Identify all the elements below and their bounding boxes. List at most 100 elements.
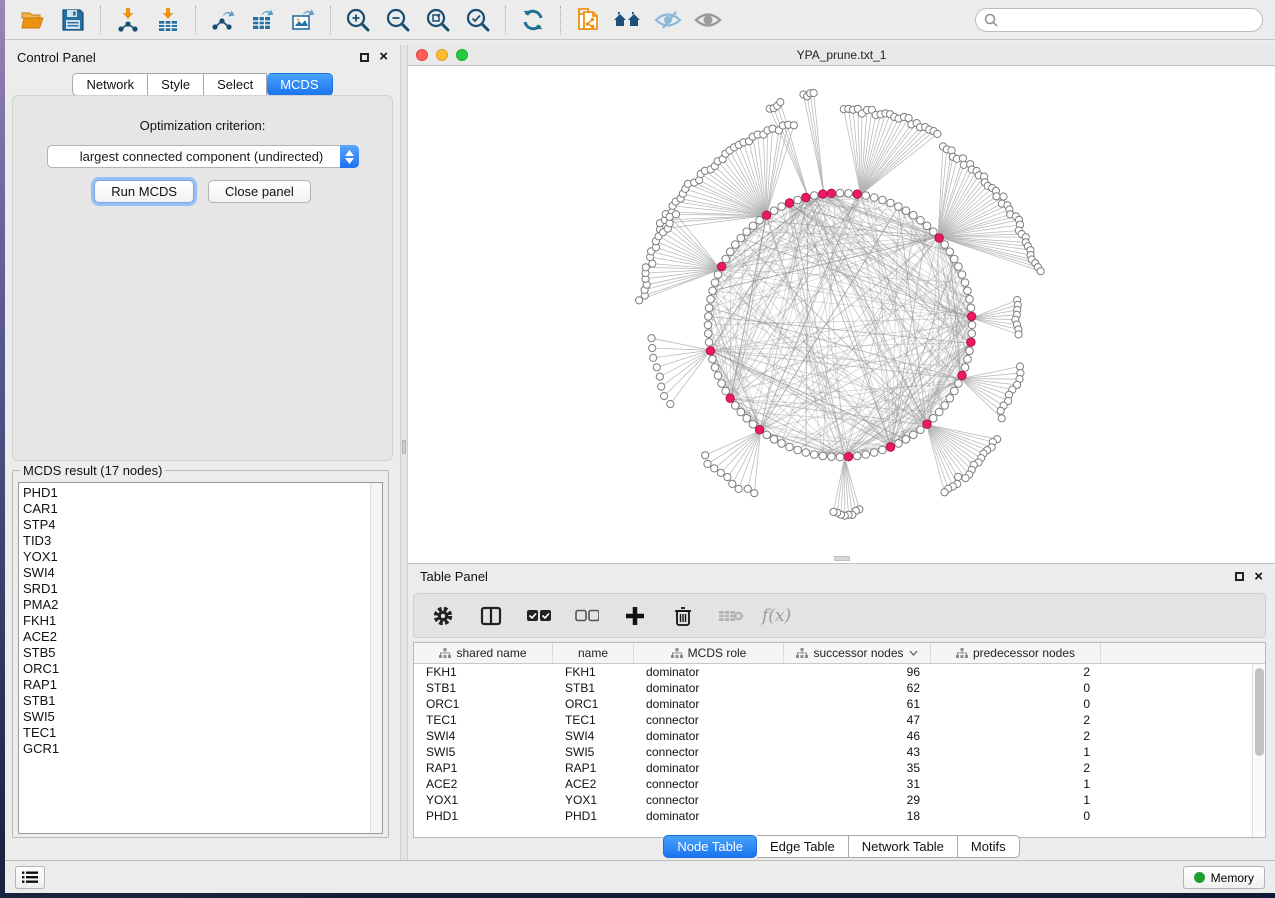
zoom-out-button[interactable] <box>378 3 418 37</box>
network-node[interactable] <box>961 279 969 287</box>
close-panel-button[interactable]: Close panel <box>208 180 311 203</box>
network-node[interactable] <box>743 415 751 423</box>
network-node[interactable] <box>778 440 786 448</box>
network-node[interactable] <box>870 194 878 202</box>
network-node[interactable] <box>705 330 713 338</box>
save-session-button[interactable] <box>53 3 93 37</box>
leaf-node[interactable] <box>790 122 797 129</box>
tab-mcds[interactable]: MCDS <box>267 73 332 96</box>
column-header-shared-name[interactable]: shared name <box>414 643 553 663</box>
network-node[interactable] <box>951 255 959 263</box>
leaf-node[interactable] <box>777 99 784 106</box>
network-node[interactable] <box>910 431 918 439</box>
leaf-node[interactable] <box>1015 331 1022 338</box>
table-row[interactable]: TEC1TEC1connector472 <box>414 712 1252 728</box>
network-node[interactable] <box>770 207 778 215</box>
network-node[interactable] <box>732 241 740 249</box>
search-box[interactable] <box>975 8 1263 32</box>
network-node[interactable] <box>778 203 786 211</box>
mcds-node[interactable] <box>923 420 931 428</box>
network-node[interactable] <box>862 451 870 459</box>
network-node[interactable] <box>902 207 910 215</box>
network-node[interactable] <box>709 287 717 295</box>
network-node[interactable] <box>794 446 802 454</box>
network-node[interactable] <box>895 203 903 211</box>
network-node[interactable] <box>964 287 972 295</box>
leaf-node[interactable] <box>934 130 941 137</box>
window-zoom-icon[interactable] <box>456 49 468 61</box>
tab-select[interactable]: Select <box>204 73 267 96</box>
network-node[interactable] <box>756 217 764 225</box>
network-node[interactable] <box>961 364 969 372</box>
horizontal-splitter-grip[interactable] <box>834 556 850 561</box>
leaf-node[interactable] <box>642 264 649 271</box>
network-node[interactable] <box>714 271 722 279</box>
float-table-panel-icon[interactable] <box>1235 572 1244 581</box>
leaf-node[interactable] <box>724 474 731 481</box>
mcds-node[interactable] <box>763 211 771 219</box>
network-node[interactable] <box>722 255 730 263</box>
mcds-node[interactable] <box>819 190 827 198</box>
table-scrollbar-thumb[interactable] <box>1255 668 1264 756</box>
network-node[interactable] <box>709 355 717 363</box>
network-node[interactable] <box>845 190 853 198</box>
network-node[interactable] <box>923 222 931 230</box>
table-row[interactable]: ACE2ACE2connector311 <box>414 776 1252 792</box>
mcds-node[interactable] <box>755 426 763 434</box>
mcds-node[interactable] <box>827 189 835 197</box>
mcds-result-item[interactable]: YOX1 <box>23 549 368 565</box>
mcds-result-item[interactable]: FKH1 <box>23 613 368 629</box>
network-node[interactable] <box>828 453 836 461</box>
network-node[interactable] <box>967 304 975 312</box>
network-node[interactable] <box>711 364 719 372</box>
network-node[interactable] <box>955 380 963 388</box>
show-all-button[interactable] <box>688 3 728 37</box>
network-node[interactable] <box>930 228 938 236</box>
network-canvas[interactable] <box>408 66 1275 563</box>
search-input[interactable] <box>1003 13 1243 27</box>
tab-network-table[interactable]: Network Table <box>849 835 958 858</box>
tab-edge-table[interactable]: Edge Table <box>757 835 849 858</box>
network-node[interactable] <box>737 234 745 242</box>
network-node[interactable] <box>810 192 818 200</box>
leaf-node[interactable] <box>704 460 711 467</box>
float-panel-icon[interactable] <box>360 53 369 62</box>
network-node[interactable] <box>930 415 938 423</box>
mcds-result-item[interactable]: STB5 <box>23 645 368 661</box>
zoom-fit-button[interactable] <box>418 3 458 37</box>
leaf-node[interactable] <box>711 465 718 472</box>
window-close-icon[interactable] <box>416 49 428 61</box>
leaf-node[interactable] <box>658 383 665 390</box>
network-node[interactable] <box>705 313 713 321</box>
network-node[interactable] <box>763 431 771 439</box>
mcds-node[interactable] <box>706 347 714 355</box>
network-node[interactable] <box>879 196 887 204</box>
table-row[interactable]: STB1STB1dominator620 <box>414 680 1252 696</box>
leaf-node[interactable] <box>656 373 663 380</box>
tab-style[interactable]: Style <box>148 73 204 96</box>
leaf-node[interactable] <box>993 193 1000 200</box>
network-node[interactable] <box>968 330 976 338</box>
network-node[interactable] <box>917 426 925 434</box>
leaf-node[interactable] <box>751 490 758 497</box>
close-panel-icon[interactable]: × <box>379 51 388 63</box>
hide-selected-button[interactable] <box>648 3 688 37</box>
leaf-node[interactable] <box>667 401 674 408</box>
mcds-result-item[interactable]: SWI5 <box>23 709 368 725</box>
mcds-result-item[interactable]: TEC1 <box>23 725 368 741</box>
network-node[interactable] <box>946 248 954 256</box>
import-network-button[interactable] <box>108 3 148 37</box>
network-node[interactable] <box>968 321 976 329</box>
leaf-node[interactable] <box>649 345 656 352</box>
network-node[interactable] <box>737 408 745 416</box>
network-node[interactable] <box>743 228 751 236</box>
tab-motifs[interactable]: Motifs <box>958 835 1020 858</box>
mcds-result-item[interactable]: TID3 <box>23 533 368 549</box>
leaf-node[interactable] <box>717 469 724 476</box>
table-row[interactable]: YOX1YOX1connector291 <box>414 792 1252 808</box>
network-node[interactable] <box>955 263 963 271</box>
task-history-button[interactable] <box>15 866 45 889</box>
leaf-node[interactable] <box>661 393 668 400</box>
table-scrollbar[interactable] <box>1252 664 1265 837</box>
table-row[interactable]: ORC1ORC1dominator610 <box>414 696 1252 712</box>
